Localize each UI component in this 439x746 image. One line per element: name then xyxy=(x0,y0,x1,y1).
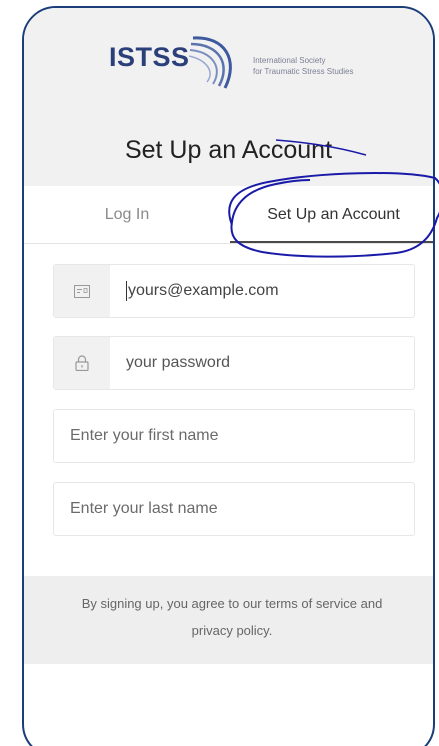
signup-card: ISTSS International Society for Traumati… xyxy=(22,6,435,746)
tab-set-up-account[interactable]: Set Up an Account xyxy=(230,186,433,243)
email-icon-box xyxy=(54,265,110,317)
page-title: Set Up an Account xyxy=(124,136,333,164)
logo-acronym: ISTSS xyxy=(109,42,190,72)
logo-swirl-icon xyxy=(188,36,232,89)
terms-text-line1: By signing up, you agree to our terms of… xyxy=(81,596,383,611)
lock-icon xyxy=(75,355,89,371)
password-field[interactable]: your password xyxy=(53,336,415,390)
terms-notice: By signing up, you agree to our terms of… xyxy=(24,576,433,664)
email-input[interactable]: yours@example.com xyxy=(126,265,279,317)
terms-text: By signing up, you agree to our terms of… xyxy=(24,590,433,644)
logo-org-line2: for Traumatic Stress Studies xyxy=(253,67,354,76)
terms-text-line2: privacy policy. xyxy=(191,623,273,638)
text-caret xyxy=(126,280,127,301)
logo-org-line1: International Society xyxy=(253,56,326,65)
first-name-field[interactable]: Enter your first name xyxy=(53,409,415,463)
email-value: yours@example.com xyxy=(128,282,279,299)
first-name-input[interactable]: Enter your first name xyxy=(70,410,219,462)
last-name-field[interactable]: Enter your last name xyxy=(53,482,415,536)
password-input[interactable]: your password xyxy=(126,337,230,389)
auth-tabs: Log In Set Up an Account xyxy=(24,186,433,244)
logo-org-name: International Society for Traumatic Stre… xyxy=(253,55,393,77)
email-field[interactable]: yours@example.com xyxy=(53,264,415,318)
header: ISTSS International Society for Traumati… xyxy=(24,8,433,186)
last-name-input[interactable]: Enter your last name xyxy=(70,483,218,535)
istss-logo: ISTSS International Society for Traumati… xyxy=(109,30,379,100)
password-icon-box xyxy=(54,337,110,389)
tab-log-in[interactable]: Log In xyxy=(24,186,230,243)
email-card-icon xyxy=(74,284,90,298)
